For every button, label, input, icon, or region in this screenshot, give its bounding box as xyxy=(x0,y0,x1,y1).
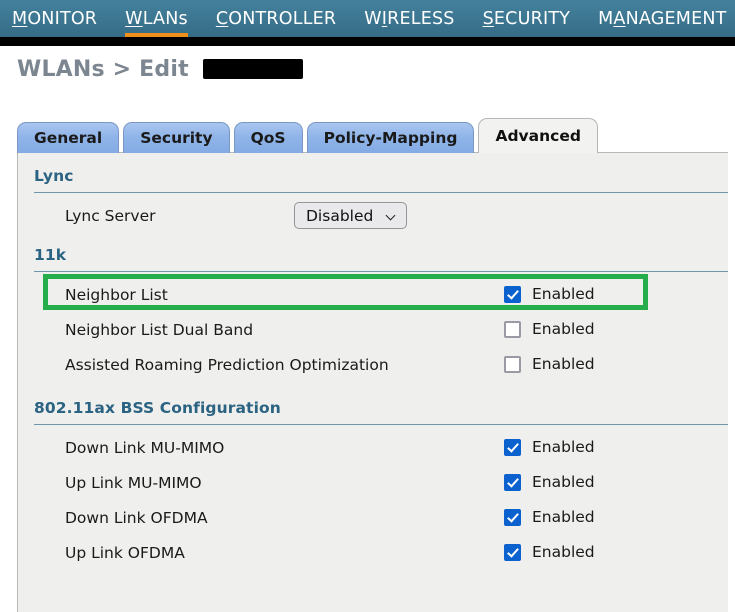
main-navigation-bar: MONITOR WLANs CONTROLLER WIRELESS SECURITY MA… xyxy=(0,0,735,37)
tab-advanced[interactable]: Advanced xyxy=(478,118,598,153)
nav-item-wlans[interactable]: WLANs xyxy=(125,8,188,37)
nav-accelerator-letter: A xyxy=(613,8,626,29)
tab-security[interactable]: Security xyxy=(123,122,230,153)
nav-accelerator-letter: C xyxy=(215,8,229,29)
checkbox-label: Enabled xyxy=(532,355,595,373)
advanced-settings-panel: Lync Lync Server Disabled 11k Neighbor List E… xyxy=(17,152,728,612)
checkbox-label: Enabled xyxy=(532,285,595,303)
checkbox-checked-icon[interactable] xyxy=(504,508,521,526)
nav-item-security[interactable]: SECURITY xyxy=(483,9,571,29)
nav-item-wireless[interactable]: WIRELESS xyxy=(364,9,454,29)
tab-label: General xyxy=(34,129,103,147)
checkbox-checked-icon[interactable] xyxy=(504,473,521,491)
tab-qos[interactable]: QoS xyxy=(233,122,303,153)
checkbox-row-up-link-ofdma[interactable]: Enabled xyxy=(504,543,595,561)
checkbox-label: Enabled xyxy=(532,438,595,456)
tab-policy-mapping[interactable]: Policy-Mapping xyxy=(306,122,475,153)
checkbox-row-down-link-ofdma[interactable]: Enabled xyxy=(504,508,595,526)
page-title: WLANs > Edit xyxy=(17,57,303,82)
checkbox-checked-icon[interactable] xyxy=(504,285,521,303)
select-value: Disabled xyxy=(306,206,374,225)
checkbox-label: Enabled xyxy=(532,473,595,491)
nav-accelerator-letter: M xyxy=(12,8,28,29)
setting-label-neighbor-list: Neighbor List xyxy=(65,286,168,304)
setting-label-down-link-ofdma: Down Link OFDMA xyxy=(65,509,208,527)
checkbox-label: Enabled xyxy=(532,508,595,526)
section-divider xyxy=(34,192,728,193)
setting-label-lync-server: Lync Server xyxy=(65,207,156,225)
setting-label-down-link-mu-mimo: Down Link MU-MIMO xyxy=(65,439,225,457)
checkbox-row-up-link-mu-mimo[interactable]: Enabled xyxy=(504,473,595,491)
redacted-wlan-name xyxy=(202,59,303,79)
checkbox-label: Enabled xyxy=(532,320,595,338)
tab-general[interactable]: General xyxy=(17,122,120,153)
nav-item-controller[interactable]: CONTROLLER xyxy=(216,9,336,29)
section-divider xyxy=(34,424,728,425)
section-header-802-11ax-bss-configuration: 802.11ax BSS Configuration xyxy=(34,399,281,417)
setting-label-up-link-ofdma: Up Link OFDMA xyxy=(65,544,185,562)
checkbox-row-neighbor-list-dual-band[interactable]: Enabled xyxy=(504,320,595,338)
section-divider xyxy=(34,271,728,272)
tab-label: QoS xyxy=(250,129,286,147)
checkbox-checked-icon[interactable] xyxy=(504,438,521,456)
nav-item-monitor[interactable]: MONITOR xyxy=(12,9,97,29)
checkbox-unchecked-icon[interactable] xyxy=(504,355,521,373)
tab-label: Policy-Mapping xyxy=(323,129,458,147)
nav-accelerator-letter: I xyxy=(381,8,388,29)
checkbox-label: Enabled xyxy=(532,543,595,561)
section-header-11k: 11k xyxy=(34,246,67,264)
checkbox-checked-icon[interactable] xyxy=(504,543,521,561)
checkbox-row-down-link-mu-mimo[interactable]: Enabled xyxy=(504,438,595,456)
nav-item-management[interactable]: MANAGEMENT xyxy=(598,9,726,29)
nav-accelerator-letter: S xyxy=(482,8,494,29)
panel-right-gutter xyxy=(728,152,735,612)
tab-strip: General Security QoS Policy-Mapping Advanced xyxy=(17,118,602,153)
page-title-text: WLANs > Edit xyxy=(17,57,189,82)
setting-label-up-link-mu-mimo: Up Link MU-MIMO xyxy=(65,474,202,492)
tab-label: Security xyxy=(140,129,213,147)
checkbox-unchecked-icon[interactable] xyxy=(504,320,521,338)
tab-label: Advanced xyxy=(495,127,581,145)
setting-label-neighbor-list-dual-band: Neighbor List Dual Band xyxy=(65,321,254,339)
checkbox-row-assisted-roaming-prediction-optimization[interactable]: Enabled xyxy=(504,355,595,373)
nav-accelerator-letter: W xyxy=(125,8,143,29)
chevron-down-icon xyxy=(387,211,397,221)
setting-label-assisted-roaming-prediction-optimization: Assisted Roaming Prediction Optimization xyxy=(65,356,389,374)
section-header-lync: Lync xyxy=(34,167,74,185)
checkbox-row-neighbor-list[interactable]: Enabled xyxy=(504,285,595,303)
select-lync-server[interactable]: Disabled xyxy=(294,202,408,229)
navbar-shadow-strip xyxy=(0,37,735,46)
